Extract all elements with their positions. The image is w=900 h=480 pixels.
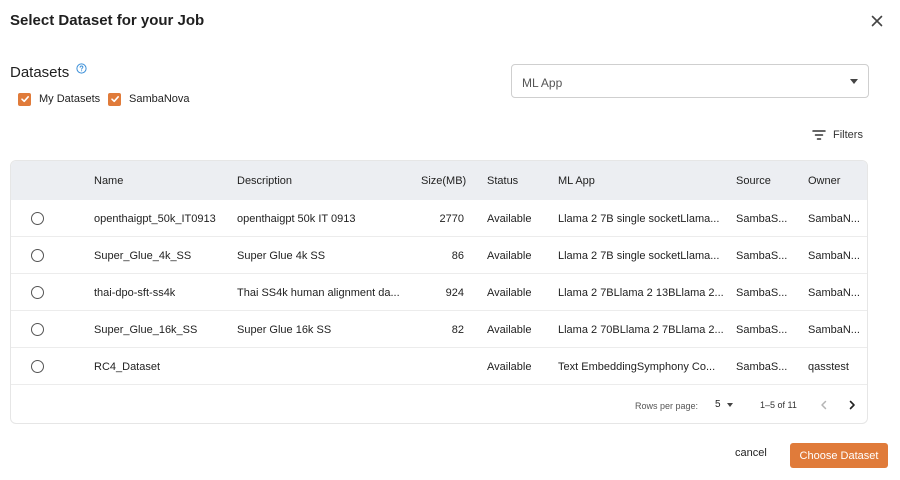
rows-per-page-value: 5 (715, 399, 721, 410)
cell-ml-app: Llama 2 7B single socketLlama... (558, 213, 720, 225)
cell-source: SambaS... (736, 287, 788, 299)
cell-name: openthaigpt_50k_IT0913 (94, 213, 216, 225)
caret-down-icon (850, 79, 858, 84)
caret-down-icon (726, 402, 733, 407)
filters-label: Filters (833, 129, 863, 141)
column-header-description[interactable]: Description (237, 175, 292, 187)
dialog-title: Select Dataset for your Job (10, 12, 205, 29)
checkbox-box[interactable] (108, 92, 121, 106)
cell-owner: qasstest (808, 361, 849, 373)
help-circle-icon (76, 63, 87, 74)
checkmark-icon (110, 96, 119, 103)
cell-status: Available (487, 250, 532, 262)
column-header-size[interactable]: Size(MB) (421, 175, 466, 187)
checkbox-label: SambaNova (129, 93, 190, 105)
column-header-source[interactable]: Source (736, 175, 771, 187)
cell-name: Super_Glue_4k_SS (94, 250, 192, 262)
checkbox-box[interactable] (18, 92, 31, 106)
select-dataset-dialog: Select Dataset for your Job Datasets My … (0, 0, 900, 480)
next-page-button[interactable] (845, 398, 859, 412)
previous-page-button[interactable] (817, 398, 831, 412)
filters-button[interactable]: Filters (812, 129, 863, 141)
cell-name: RC4_Dataset (94, 361, 161, 373)
cell-ml-app: Llama 2 70BLlama 2 7BLlama 2... (558, 324, 724, 336)
rows-per-page-label: Rows per page: (635, 401, 699, 411)
row-radio[interactable] (31, 212, 44, 225)
cancel-button[interactable]: cancel (735, 447, 767, 459)
row-radio[interactable] (31, 360, 44, 373)
checkbox-label: My Datasets (39, 93, 101, 105)
table-row[interactable]: RC4_Dataset Available Text EmbeddingSymp… (11, 348, 867, 385)
ml-app-select[interactable]: ML App (511, 64, 869, 98)
cell-size: 82 (451, 324, 464, 336)
table-row[interactable]: Super_Glue_16k_SS Super Glue 16k SS 82 A… (11, 311, 867, 348)
cell-status: Available (487, 324, 532, 336)
column-header-owner[interactable]: Owner (808, 175, 840, 187)
pagination-range: 1–5 of 11 (760, 400, 797, 410)
column-header-name[interactable]: Name (94, 175, 123, 187)
cell-ml-app: Llama 2 7BLlama 2 13BLlama 2... (558, 287, 724, 299)
ml-app-select-value: ML App (522, 76, 563, 90)
cell-ml-app: Llama 2 7B single socketLlama... (558, 250, 720, 262)
cell-source: SambaS... (736, 324, 788, 336)
table-row[interactable]: thai-dpo-sft-ss4k Thai SS4k human alignm… (11, 274, 867, 311)
cell-owner: SambaN... (808, 287, 860, 299)
column-header-status[interactable]: Status (487, 175, 518, 187)
cell-owner: SambaN... (808, 250, 860, 262)
cell-description: Thai SS4k human alignment da... (237, 287, 400, 299)
cell-description: openthaigpt 50k IT 0913 (237, 213, 356, 225)
checkmark-icon (20, 96, 29, 103)
filter-lines-icon (812, 130, 826, 140)
help-icon[interactable] (76, 61, 87, 74)
cell-description: Super Glue 4k SS (237, 250, 326, 262)
datasets-table: Name Description Size(MB) Status ML App … (10, 160, 868, 424)
column-header-ml-app[interactable]: ML App (558, 175, 595, 187)
cell-name: thai-dpo-sft-ss4k (94, 287, 176, 299)
cell-size: 86 (451, 250, 464, 262)
cell-size: 2770 (439, 213, 464, 225)
cell-owner: SambaN... (808, 213, 860, 225)
cell-status: Available (487, 213, 532, 225)
my-datasets-checkbox[interactable]: My Datasets (18, 91, 100, 107)
sambanova-checkbox[interactable]: SambaNova (108, 91, 190, 107)
row-radio[interactable] (31, 249, 44, 262)
table-row[interactable]: Super_Glue_4k_SS Super Glue 4k SS 86 Ava… (11, 237, 867, 274)
cell-name: Super_Glue_16k_SS (94, 324, 198, 336)
cell-description: Super Glue 16k SS (237, 324, 332, 336)
cell-owner: SambaN... (808, 324, 860, 336)
cell-source: SambaS... (736, 250, 788, 262)
cell-status: Available (487, 287, 532, 299)
table-pagination: Rows per page: 5 1–5 of 11 (11, 386, 867, 423)
row-radio[interactable] (31, 286, 44, 299)
close-icon (871, 15, 883, 27)
cell-source: SambaS... (736, 213, 788, 225)
datasets-heading: Datasets (10, 64, 70, 81)
rows-per-page-select[interactable]: 5 (715, 399, 733, 410)
cell-source: SambaS... (736, 361, 788, 373)
cell-ml-app: Text EmbeddingSymphony Co... (558, 361, 716, 373)
choose-dataset-button[interactable]: Choose Dataset (790, 443, 888, 468)
chevron-right-icon (849, 400, 855, 410)
cell-size: 924 (445, 287, 464, 299)
row-radio[interactable] (31, 323, 44, 336)
table-row[interactable]: openthaigpt_50k_IT0913 openthaigpt 50k I… (11, 200, 867, 237)
close-button[interactable] (868, 12, 886, 30)
table-header: Name Description Size(MB) Status ML App … (11, 161, 867, 200)
chevron-left-icon (821, 400, 827, 410)
cell-status: Available (487, 361, 532, 373)
